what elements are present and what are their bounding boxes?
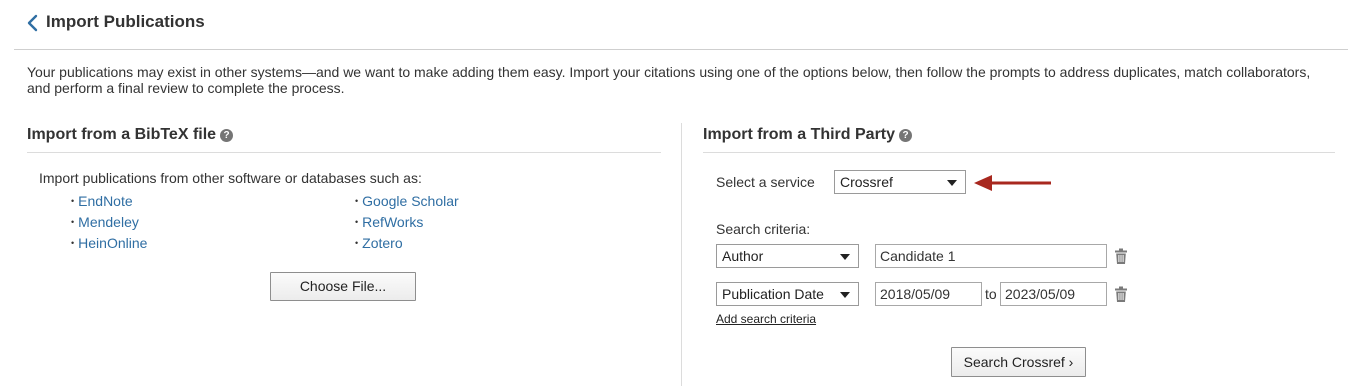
link-google-scholar[interactable]: Google Scholar <box>362 193 459 209</box>
bibtex-title-text: Import from a BibTeX file <box>27 126 217 143</box>
date-from-input[interactable] <box>875 282 982 306</box>
bibtex-panel-title: Import from a BibTeX file? <box>27 126 234 144</box>
back-chevron-icon[interactable] <box>24 13 42 33</box>
list-item: Mendeley <box>71 212 147 233</box>
list-item: RefWorks <box>355 212 459 233</box>
list-item: EndNote <box>71 191 147 212</box>
link-mendeley[interactable]: Mendeley <box>78 214 139 230</box>
list-item: Google Scholar <box>355 191 459 212</box>
list-item: Zotero <box>355 233 459 254</box>
page-header: Import Publications <box>14 0 1348 50</box>
search-crossref-button[interactable]: Search Crossref › <box>951 347 1086 377</box>
service-label: Select a service <box>716 174 815 190</box>
author-input[interactable] <box>875 244 1107 268</box>
third-party-title-text: Import from a Third Party <box>703 126 896 143</box>
bibtex-divider <box>27 152 661 153</box>
chevron-down-icon <box>947 180 957 186</box>
criteria-label: Search criteria: <box>716 221 811 237</box>
trash-icon[interactable] <box>1115 248 1127 264</box>
service-select-value: Crossref <box>840 174 893 190</box>
link-zotero[interactable]: Zotero <box>362 235 402 251</box>
date-to-label: to <box>985 286 997 302</box>
service-select[interactable]: Crossref <box>834 170 966 194</box>
help-icon[interactable]: ? <box>220 129 234 142</box>
add-search-criteria-link[interactable]: Add search criteria <box>716 312 816 326</box>
chevron-down-icon <box>840 292 850 298</box>
red-arrow-icon <box>974 175 1051 191</box>
trash-icon[interactable] <box>1115 286 1127 302</box>
criteria-field-select-date[interactable]: Publication Date <box>716 282 859 306</box>
bibtex-description: Import publications from other software … <box>39 170 422 186</box>
intro-text: Your publications may exist in other sys… <box>27 64 1311 96</box>
third-party-panel-title: Import from a Third Party? <box>703 126 913 144</box>
link-endnote[interactable]: EndNote <box>78 193 132 209</box>
chevron-down-icon <box>840 254 850 260</box>
list-item: HeinOnline <box>71 233 147 254</box>
criteria-field-select-author[interactable]: Author <box>716 244 859 268</box>
panel-divider <box>681 123 682 386</box>
date-to-input[interactable] <box>1000 282 1107 306</box>
choose-file-button[interactable]: Choose File... <box>270 272 416 301</box>
software-links-right: Google Scholar RefWorks Zotero <box>355 191 459 254</box>
criteria-field-value: Author <box>722 248 764 264</box>
help-icon[interactable]: ? <box>899 129 913 142</box>
page-title: Import Publications <box>46 12 205 31</box>
third-party-divider <box>703 152 1335 153</box>
software-links-left: EndNote Mendeley HeinOnline <box>71 191 147 254</box>
link-heinonline[interactable]: HeinOnline <box>78 235 147 251</box>
criteria-field-value: Publication Date <box>722 286 824 302</box>
link-refworks[interactable]: RefWorks <box>362 214 423 230</box>
